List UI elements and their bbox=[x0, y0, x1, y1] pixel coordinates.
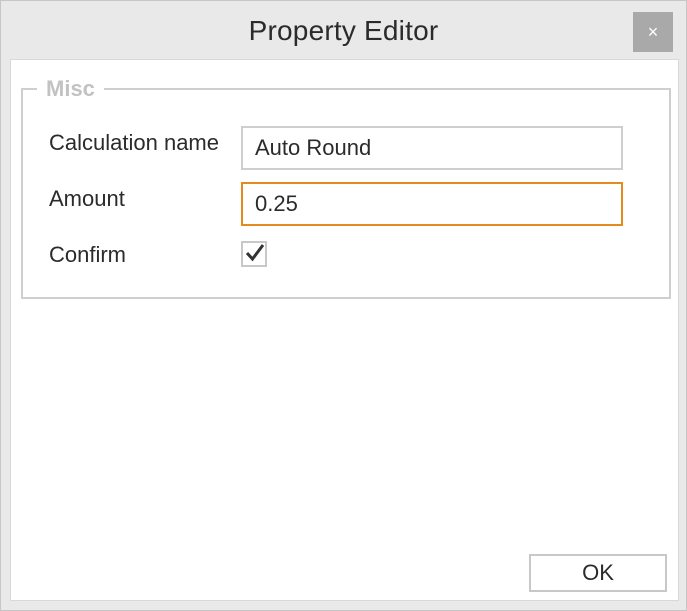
title-bar[interactable]: Property Editor × bbox=[1, 1, 686, 59]
calculation-name-label: Calculation name bbox=[49, 130, 219, 155]
calculation-name-field[interactable] bbox=[241, 126, 623, 170]
window-title: Property Editor bbox=[248, 15, 439, 46]
amount-label: Amount bbox=[49, 186, 125, 211]
close-icon: × bbox=[647, 22, 659, 42]
checkmark-icon bbox=[245, 244, 265, 262]
editor-panel: Misc Calculation name Amount Confirm OK bbox=[10, 59, 679, 601]
amount-field[interactable] bbox=[241, 182, 623, 226]
confirm-label: Confirm bbox=[49, 242, 127, 267]
group-legend: Misc bbox=[37, 76, 104, 102]
property-editor-window: Property Editor × Misc Calculation name … bbox=[0, 0, 687, 611]
close-button[interactable]: × bbox=[633, 12, 673, 52]
ok-button[interactable]: OK bbox=[529, 554, 667, 592]
confirm-checkbox[interactable] bbox=[241, 241, 267, 267]
misc-group: Misc Calculation name Amount Confirm bbox=[21, 76, 671, 299]
